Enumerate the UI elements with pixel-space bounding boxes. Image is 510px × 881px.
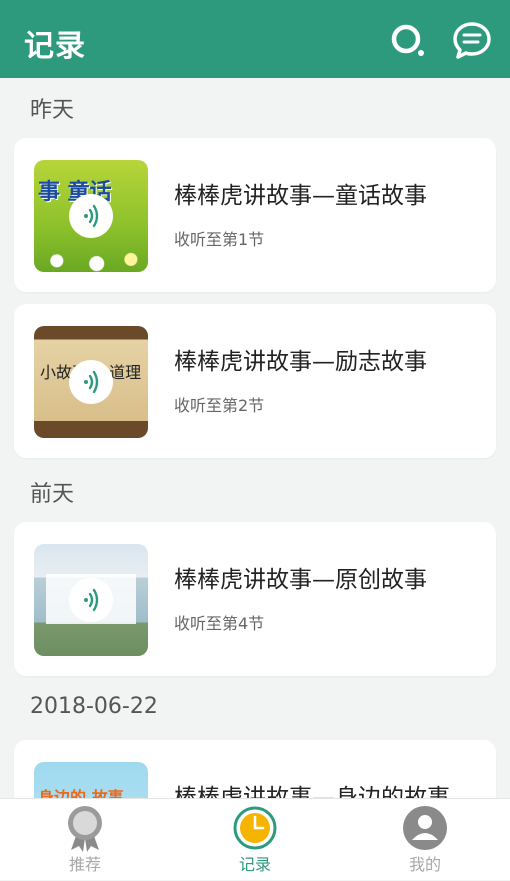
sound-wave-icon[interactable] xyxy=(69,360,113,404)
listen-progress: 收听至第4节 xyxy=(174,614,265,633)
thumbnail-text: 身边的 故事 xyxy=(38,788,124,798)
listen-progress: 收听至第2节 xyxy=(174,396,265,415)
user-icon xyxy=(403,806,447,850)
story-title: 棒棒虎讲故事—身边的故事 xyxy=(174,785,450,798)
history-item[interactable]: 棒棒虎讲故事—原创故事 收听至第4节 xyxy=(14,522,496,676)
story-title: 棒棒虎讲故事—励志故事 xyxy=(174,349,427,375)
story-thumbnail: 身边的 故事 xyxy=(34,762,148,798)
story-thumbnail xyxy=(34,544,148,656)
sound-wave-icon[interactable] xyxy=(69,578,113,622)
history-list[interactable]: 昨天 事 童话 棒棒虎讲故事—童话故事 收听至第1节 小故事 大道理 棒棒虎讲故… xyxy=(0,78,510,798)
sound-wave-icon[interactable] xyxy=(69,194,113,238)
page-title: 记录 xyxy=(24,29,86,64)
section-label-day-before: 前天 xyxy=(30,482,75,507)
story-title: 棒棒虎讲故事—原创故事 xyxy=(174,567,427,593)
tab-label: 记录 xyxy=(238,855,271,874)
clock-icon xyxy=(233,806,277,850)
history-item[interactable]: 身边的 故事 棒棒虎讲故事—身边的故事 xyxy=(14,740,496,798)
story-title: 棒棒虎讲故事—童话故事 xyxy=(174,183,427,209)
bottom-tab-bar: 推荐 记录 我的 xyxy=(0,798,510,880)
tab-label: 推荐 xyxy=(68,855,101,874)
listen-progress: 收听至第1节 xyxy=(174,230,265,249)
message-icon[interactable] xyxy=(452,20,492,60)
tab-recommend[interactable]: 推荐 xyxy=(0,799,170,881)
app-header: 记录 xyxy=(0,0,510,78)
tab-history[interactable]: 记录 xyxy=(170,799,340,881)
section-label-yesterday: 昨天 xyxy=(30,98,75,123)
story-thumbnail: 小故事 大道理 xyxy=(34,326,148,438)
medal-icon xyxy=(68,806,102,852)
history-item[interactable]: 小故事 大道理 棒棒虎讲故事—励志故事 收听至第2节 xyxy=(14,304,496,458)
history-item[interactable]: 事 童话 棒棒虎讲故事—童话故事 收听至第1节 xyxy=(14,138,496,292)
section-label-date: 2018-06-22 xyxy=(30,694,158,719)
story-thumbnail: 事 童话 xyxy=(34,160,148,272)
tab-profile[interactable]: 我的 xyxy=(340,799,510,881)
tab-label: 我的 xyxy=(408,855,441,874)
search-icon[interactable] xyxy=(388,20,428,60)
